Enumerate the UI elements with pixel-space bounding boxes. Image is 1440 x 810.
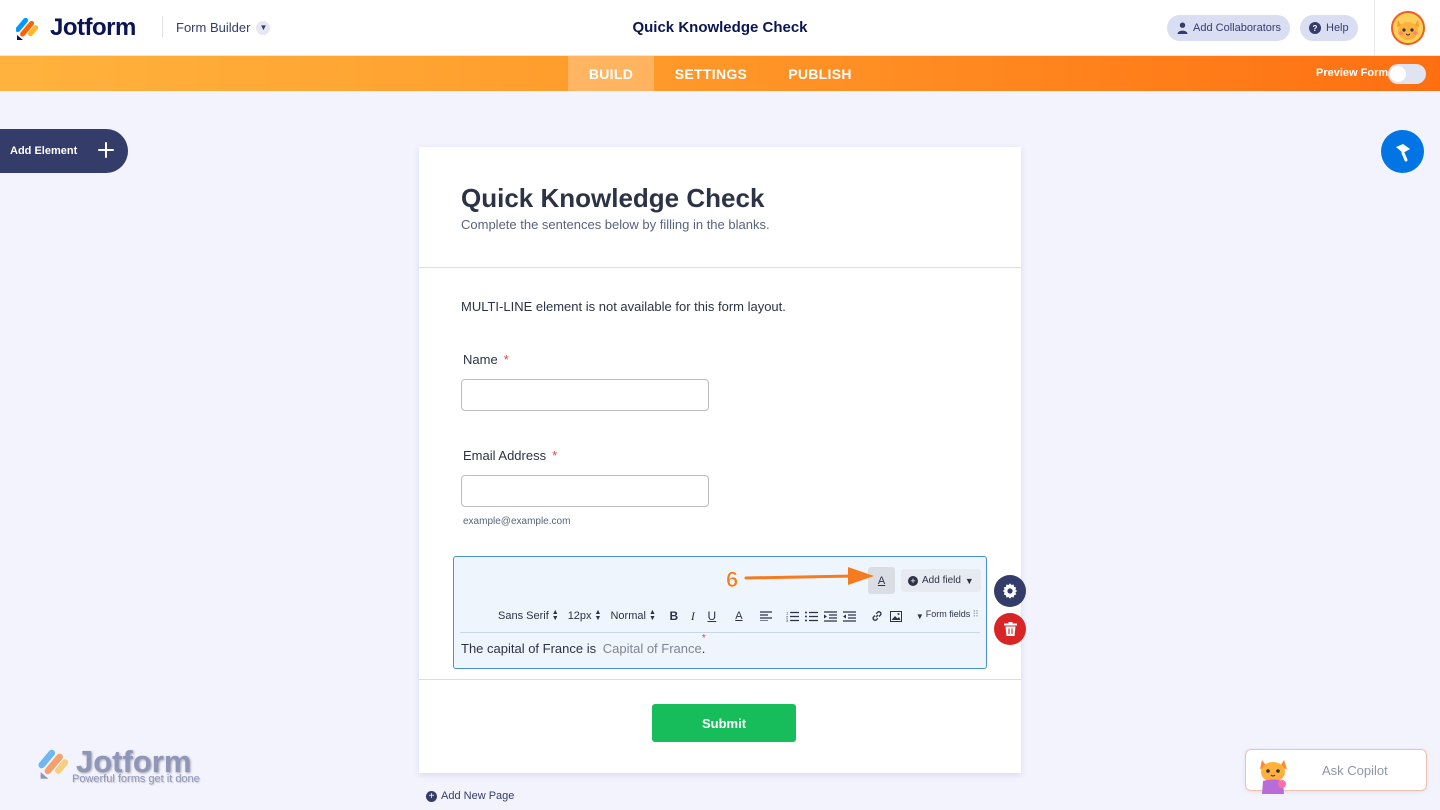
plus-icon [98,142,114,158]
indent-icon[interactable] [822,607,840,625]
sort-icon: ▲ ▼ [594,609,602,622]
svg-text:3: 3 [786,618,789,622]
builder-nav: BUILD SETTINGS PUBLISH Preview Form [0,56,1440,91]
form-designer-button[interactable] [1381,130,1424,173]
required-mark: * [503,352,509,367]
tab-settings[interactable]: SETTINGS [662,56,760,91]
add-element-button[interactable]: Add Element [0,129,128,173]
divider [419,267,1021,268]
annotation-arrow: 6 [726,567,874,592]
add-collaborators-button[interactable]: Add Collaborators [1167,15,1291,41]
preview-form-toggle[interactable] [1388,64,1426,84]
svg-text:?: ? [1313,24,1318,33]
blank-placeholder: Capital of France [602,641,702,656]
jotform-logo[interactable]: Jotform [16,14,136,42]
paint-roller-icon [1395,143,1410,161]
form-fields-label: Form fields [925,609,971,619]
bullet-list-icon[interactable] [803,607,821,625]
plus-circle-icon: + [908,575,918,586]
paragraph-style-select[interactable]: Normal ▲ ▼ [610,609,656,622]
sentence-prefix: The capital of France is [461,641,597,656]
image-icon[interactable] [887,607,905,625]
add-collaborators-label: Add Collaborators [1193,22,1282,34]
gear-icon [1002,583,1018,599]
tab-publish[interactable]: PUBLISH [770,56,870,91]
ordered-list-icon[interactable]: 123 [784,607,802,625]
name-field-label[interactable]: Name * [463,352,509,367]
italic-icon[interactable]: I [684,607,702,625]
bold-icon[interactable]: B [665,607,683,625]
form-builder-dropdown[interactable]: Form Builder ▼ [176,20,271,35]
align-left-icon[interactable] [757,607,775,625]
form-subheading[interactable]: Complete the sentences below by filling … [461,217,770,232]
email-input[interactable] [461,475,709,507]
paragraph-style-value: Normal [610,610,646,622]
ask-copilot-button[interactable]: Ask Copilot [1245,749,1427,794]
divider [162,16,163,38]
caret-down-icon: ▼ [915,611,924,621]
email-label-text: Email Address [463,448,547,463]
delete-field-button[interactable] [994,613,1026,645]
font-family-select[interactable]: Sans Serif ▲ ▼ [498,609,559,622]
trash-icon [1003,622,1017,636]
help-label: Help [1326,22,1349,34]
plus-circle-icon: + [426,790,437,802]
email-sublabel[interactable]: example@example.com [463,516,570,527]
name-label-text: Name [463,352,498,367]
divider [460,632,980,633]
help-icon: ? [1309,22,1321,34]
watermark-tagline: Powerful forms get it done [72,773,200,785]
font-color-icon[interactable]: A [730,607,748,625]
divider [419,679,1021,680]
required-mark: * [552,448,558,463]
field-properties-button[interactable] [994,575,1026,607]
font-size-select[interactable]: 12px ▲ ▼ [567,609,602,622]
add-field-label: Add field [922,575,961,586]
jotform-logo-icon [16,17,39,40]
chevron-down-icon: ▼ [256,20,271,35]
brand-name: Jotform [50,14,136,41]
submit-button[interactable]: Submit [652,704,796,742]
sort-icon: ▲ ▼ [648,609,656,622]
copilot-mascot-icon [1260,760,1287,794]
required-mark: * [701,633,706,644]
add-new-page-label: Add New Page [441,790,515,802]
drag-handle-icon[interactable]: ⠿ [972,609,979,620]
avatar [1390,11,1425,45]
help-button[interactable]: ? Help [1300,15,1358,41]
ask-copilot-label: Ask Copilot [1322,763,1388,778]
outdent-icon[interactable] [841,607,859,625]
user-icon [1176,22,1188,34]
font-size-value: 12px [567,610,592,622]
form-heading[interactable]: Quick Knowledge Check [461,183,764,214]
font-family-value: Sans Serif [498,610,549,622]
add-element-label: Add Element [10,145,78,157]
underline-icon[interactable]: U [703,607,721,625]
toggle-knob [1390,66,1406,82]
form-fields-dropdown[interactable]: ▼ Form fields ⠿ [915,609,979,622]
form-builder-label: Form Builder [176,20,251,35]
top-bar: Jotform Form Builder ▼ Quick Knowledge C… [0,0,1440,56]
fill-blank-sentence[interactable]: The capital of France is Capital of Fran… [461,633,706,656]
rich-text-toolbar: Sans Serif ▲ ▼ 12px ▲ ▼ Normal ▲ ▼ B I U A … [498,607,979,625]
sort-icon: ▲ ▼ [551,609,559,622]
jotform-logo-icon [38,749,69,779]
annotation-step-number: 6 [726,567,738,592]
layout-notice: MULTI-LINE element is not available for … [461,299,786,314]
form-card: Quick Knowledge Check Complete the sente… [419,147,1021,773]
email-field-label[interactable]: Email Address * [463,448,557,463]
add-field-dropdown[interactable]: + Add field ▼ [901,569,981,592]
preview-form-label: Preview Form [1316,67,1389,79]
account-menu[interactable] [1374,0,1440,56]
link-icon[interactable] [868,607,886,625]
caret-down-icon: ▼ [964,575,974,586]
tab-build[interactable]: BUILD [568,56,654,91]
add-new-page-button[interactable]: + Add New Page [426,790,514,802]
name-input[interactable] [461,379,709,411]
blank-field[interactable]: Capital of France * [602,633,706,656]
